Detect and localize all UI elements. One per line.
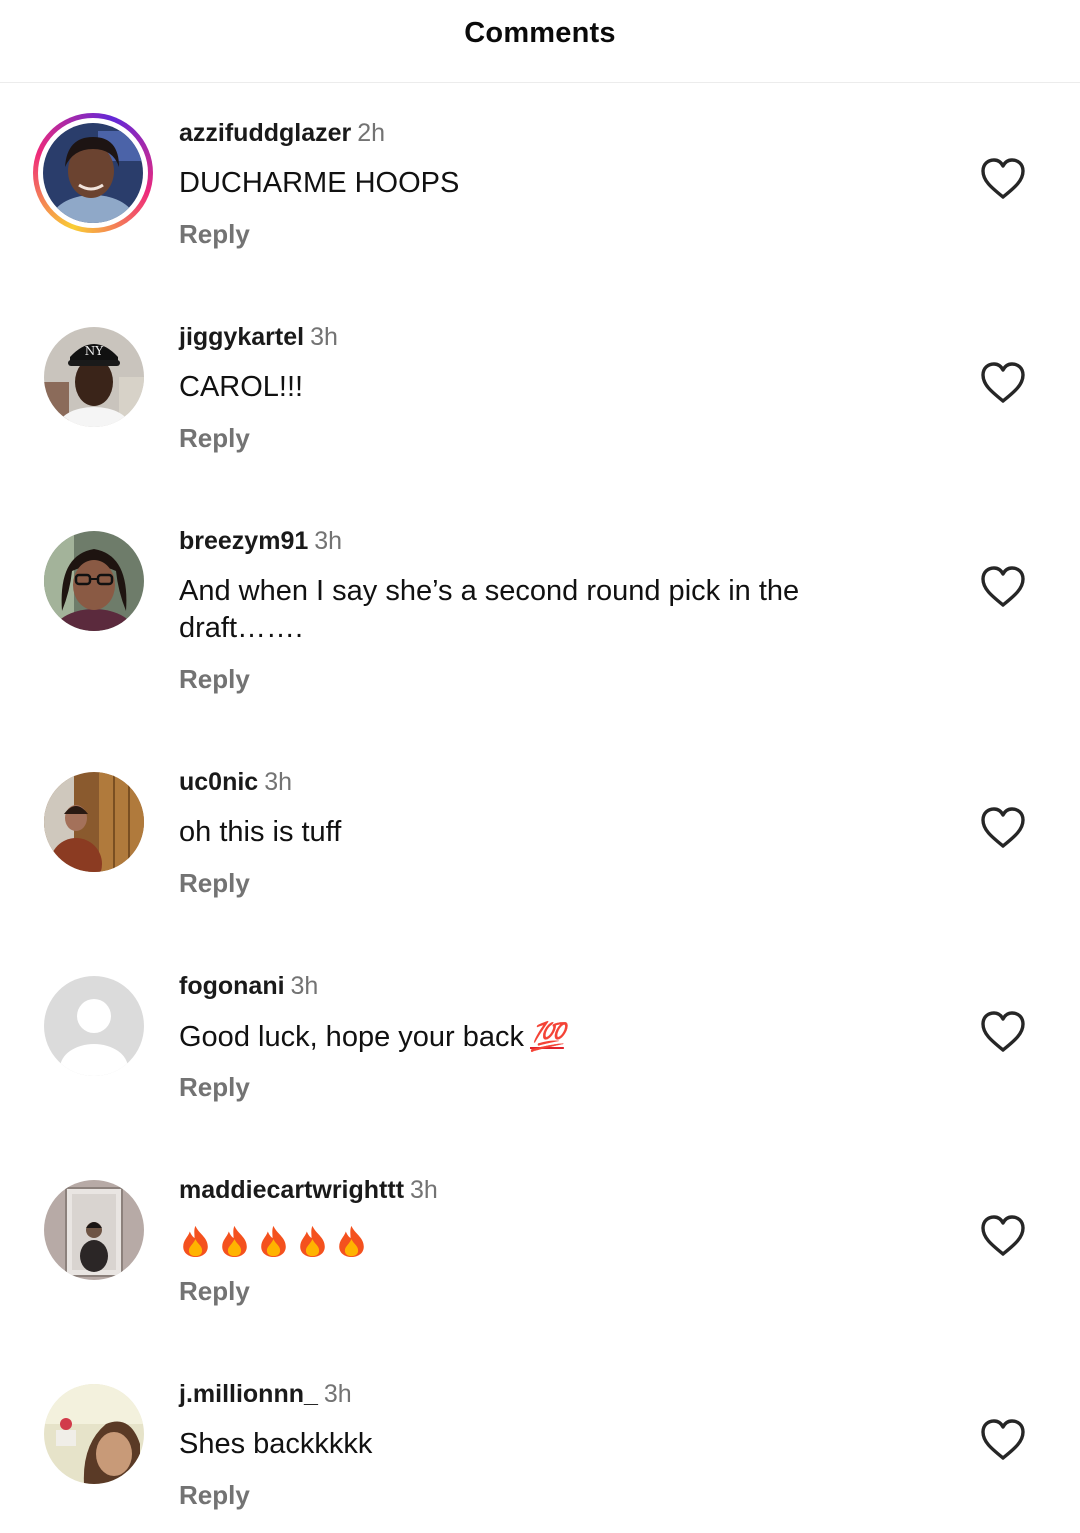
comment-text: oh this is tuff xyxy=(179,816,342,848)
timestamp: 3h xyxy=(310,323,338,351)
avatar[interactable]: NY xyxy=(44,327,144,427)
comments-header: Comments xyxy=(0,0,1080,83)
comment-meta: uc0nic 3h xyxy=(179,767,292,797)
username[interactable]: jiggykartel xyxy=(179,323,304,351)
heart-outline-icon[interactable] xyxy=(978,562,1028,612)
timestamp: 3h xyxy=(314,527,343,555)
username[interactable]: uc0nic xyxy=(179,768,258,796)
comment-text-body: Good luck, hope your back xyxy=(179,1021,524,1053)
username[interactable]: fogonani xyxy=(179,972,285,1000)
fire-emoji-icon xyxy=(300,1225,325,1258)
hundred-points-emoji: 💯 xyxy=(529,1021,565,1052)
username[interactable]: azzifuddglazer xyxy=(179,119,351,147)
timestamp: 3h xyxy=(264,768,293,796)
heart-outline-icon[interactable] xyxy=(978,1007,1028,1057)
svg-text:NY: NY xyxy=(85,344,105,358)
heart-outline-icon[interactable] xyxy=(978,1211,1028,1261)
comment-text: DUCHARME HOOPS xyxy=(179,167,460,199)
comment-text: 🔥🔥🔥🔥🔥 xyxy=(179,1224,879,1258)
fire-emoji-row xyxy=(179,1224,879,1258)
reply-button[interactable]: Reply xyxy=(179,664,250,695)
page-title: Comments xyxy=(464,16,616,49)
avatar[interactable] xyxy=(44,1180,144,1280)
fire-emoji-icon xyxy=(261,1225,286,1258)
comment-meta: fogonani 3h xyxy=(179,971,318,1001)
heart-outline-icon[interactable] xyxy=(978,154,1028,204)
comment-text: Good luck, hope your back 💯 xyxy=(179,1018,879,1056)
comments-sheet: Comments azzifuddglazer 2h DUCHARME HOOPS… xyxy=(0,0,1080,1533)
comment-meta: j.millionnn_ 3h xyxy=(179,1379,352,1409)
heart-outline-icon[interactable] xyxy=(978,358,1028,408)
timestamp: 3h xyxy=(290,972,319,1000)
fire-emoji-icon xyxy=(339,1225,364,1258)
fire-emoji-icon xyxy=(222,1225,247,1258)
reply-button[interactable]: Reply xyxy=(179,1072,250,1103)
avatar[interactable] xyxy=(44,772,144,872)
heart-outline-icon[interactable] xyxy=(978,1415,1028,1465)
comment-meta: maddiecartwrighttt 3h xyxy=(179,1175,438,1205)
username[interactable]: j.millionnn_ xyxy=(179,1380,318,1408)
avatar[interactable] xyxy=(44,1384,144,1484)
timestamp: 3h xyxy=(323,1380,352,1408)
reply-button[interactable]: Reply xyxy=(179,423,250,454)
comment-text: And when I say she’s a second round pick… xyxy=(179,575,800,644)
comment-meta: azzifuddglazer 2h xyxy=(179,118,385,148)
reply-button[interactable]: Reply xyxy=(179,1480,250,1511)
avatar[interactable] xyxy=(44,531,144,631)
reply-button[interactable]: Reply xyxy=(179,868,250,899)
default-avatar-icon[interactable] xyxy=(44,976,144,1076)
heart-outline-icon[interactable] xyxy=(978,803,1028,853)
comment-text: CAROL!!! xyxy=(179,371,304,403)
fire-emoji-icon xyxy=(183,1225,208,1258)
username[interactable]: maddiecartwrighttt xyxy=(179,1176,404,1204)
avatar[interactable] xyxy=(43,123,143,223)
comment-meta: jiggykartel 3h xyxy=(179,322,338,352)
story-ring[interactable] xyxy=(33,113,153,233)
reply-button[interactable]: Reply xyxy=(179,1276,250,1307)
timestamp: 3h xyxy=(410,1176,438,1204)
comment-meta: breezym91 3h xyxy=(179,526,342,556)
comment-text: Shes backkkkk xyxy=(179,1428,373,1460)
username[interactable]: breezym91 xyxy=(179,527,308,555)
timestamp: 2h xyxy=(357,119,386,147)
reply-button[interactable]: Reply xyxy=(179,219,250,250)
